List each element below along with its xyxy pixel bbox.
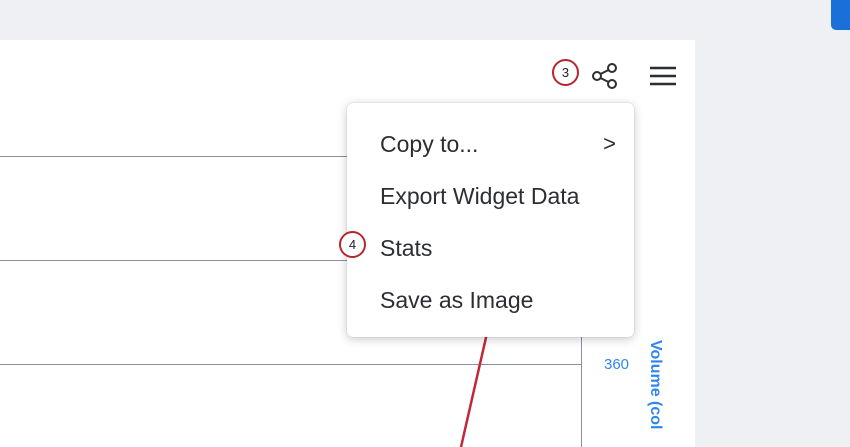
menu-item-label: Export Widget Data xyxy=(380,183,580,209)
menu-item-label: Save as Image xyxy=(380,287,534,313)
step-marker-3: 3 xyxy=(552,59,579,86)
menu-item-stats[interactable]: Stats xyxy=(347,225,634,269)
hamburger-menu-icon[interactable] xyxy=(649,64,677,88)
background-panel xyxy=(695,40,850,447)
top-action-button[interactable] xyxy=(831,0,850,30)
step-marker-4: 4 xyxy=(339,231,366,258)
widget-context-menu: Copy to... > Export Widget Data Stats Sa… xyxy=(347,103,634,337)
share-icon[interactable] xyxy=(590,61,620,91)
menu-item-export-widget-data[interactable]: Export Widget Data xyxy=(347,173,634,217)
chevron-right-icon: > xyxy=(603,131,616,156)
series-line xyxy=(459,319,492,447)
menu-item-label: Copy to... xyxy=(380,131,479,157)
menu-item-save-as-image[interactable]: Save as Image xyxy=(347,277,634,321)
menu-item-copy-to[interactable]: Copy to... > xyxy=(347,121,634,165)
chart-widget: 0 0 360 Volume (col 3 Copy to... > Expor… xyxy=(0,40,695,447)
menu-item-label: Stats xyxy=(380,235,433,261)
